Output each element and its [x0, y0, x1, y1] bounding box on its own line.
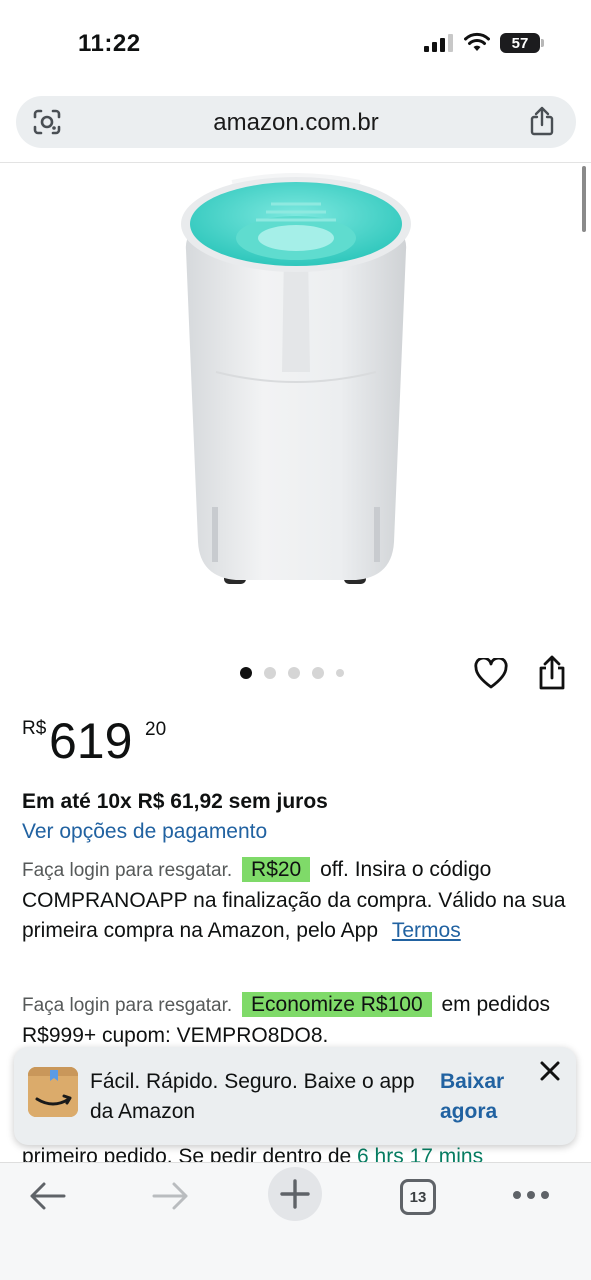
terms-link[interactable]: Termos — [392, 919, 461, 942]
heart-icon[interactable] — [474, 658, 508, 690]
installments-text: Em até 10x R$ 61,92 sem juros — [22, 790, 328, 813]
price-currency: R$ — [22, 718, 47, 739]
promo-login-text[interactable]: Faça login para resgatar. — [22, 995, 232, 1016]
carousel-dot[interactable] — [264, 667, 276, 679]
amazon-app-icon — [28, 1067, 78, 1117]
share-icon[interactable] — [537, 655, 567, 691]
address-bar[interactable]: amazon.com.br — [16, 96, 576, 148]
close-icon[interactable] — [538, 1059, 562, 1083]
carousel-dots[interactable] — [240, 667, 344, 679]
banner-text: Fácil. Rápido. Seguro. Baixe o app da Am… — [90, 1070, 415, 1123]
url-text[interactable]: amazon.com.br — [16, 109, 576, 137]
payment-options-link[interactable]: Ver opções de pagamento — [22, 820, 267, 844]
back-arrow-icon[interactable] — [28, 1181, 66, 1211]
price-fraction: 20 — [145, 719, 167, 740]
carousel-dot[interactable] — [336, 669, 344, 677]
promo-badge: Economize R$100 — [242, 992, 432, 1017]
share-page-icon[interactable] — [528, 106, 556, 136]
plus-icon — [280, 1179, 310, 1209]
header-divider — [0, 162, 591, 163]
browser-toolbar: 13 — [0, 1162, 591, 1280]
forward-arrow-icon[interactable] — [152, 1181, 190, 1211]
status-bar: 11:22 57 — [0, 0, 591, 88]
carousel-dot[interactable] — [240, 667, 252, 679]
carousel-dot[interactable] — [288, 667, 300, 679]
tab-switcher-button[interactable]: 13 — [400, 1179, 436, 1215]
cellular-signal-icon — [424, 34, 453, 52]
battery-tip — [541, 39, 544, 47]
wifi-icon — [464, 32, 490, 51]
app-download-banner[interactable]: Fácil. Rápido. Seguro. Baixe o app da Am… — [14, 1047, 576, 1145]
price-whole: 619 — [49, 713, 133, 769]
download-app-link[interactable]: Baixar agora — [440, 1067, 530, 1127]
more-options-icon[interactable] — [512, 1189, 550, 1201]
promo-badge: R$20 — [242, 857, 311, 882]
battery-indicator: 57 — [500, 33, 540, 53]
delivery-text: primeiro pedido. Se pedir dentro de 6 hr… — [22, 1142, 483, 1164]
promo-coupon-app: Faça login para resgatar. R$20 off. Insi… — [22, 855, 577, 946]
carousel-dot[interactable] — [312, 667, 324, 679]
status-time: 11:22 — [78, 30, 141, 57]
new-tab-button[interactable] — [268, 1167, 322, 1221]
promo-login-text[interactable]: Faça login para resgatar. — [22, 860, 232, 881]
scrollbar[interactable] — [582, 166, 586, 232]
product-image[interactable] — [176, 172, 416, 592]
promo-coupon-discount: Faça login para resgatar. Economize R$10… — [22, 990, 577, 1051]
